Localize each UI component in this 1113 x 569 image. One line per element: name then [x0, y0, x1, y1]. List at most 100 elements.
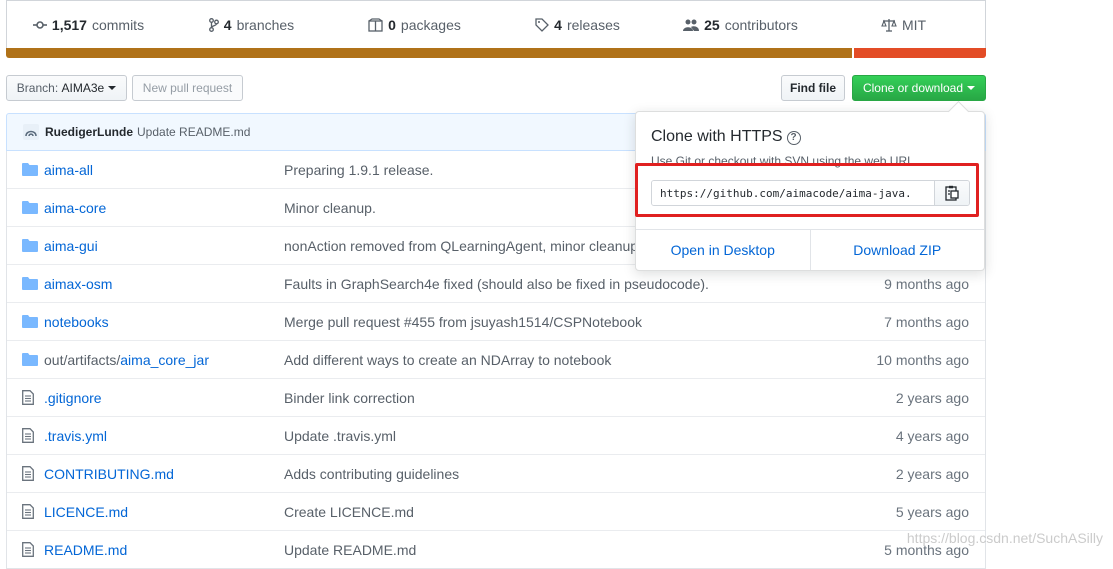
file-name[interactable]: aimax-osm: [44, 276, 112, 292]
license-link[interactable]: MIT: [822, 1, 985, 49]
table-row: .travis.yml Update .travis.yml 4 years ago: [7, 416, 985, 454]
contributors-link[interactable]: 25 contributors: [659, 1, 822, 49]
commit-age: 9 months ago: [884, 275, 969, 292]
repo-summary-bar: 1,517 commits 4 branches 0 packages 4 re…: [6, 0, 986, 49]
chevron-down-icon: [967, 86, 976, 90]
file-name-link[interactable]: .travis.yml: [44, 428, 107, 444]
commit-message-link[interactable]: Merge pull request #455 from jsuyash1514…: [284, 314, 642, 330]
table-row: README.md Update README.md 5 months ago: [7, 530, 985, 568]
file-name-link[interactable]: CONTRIBUTING.md: [44, 466, 174, 482]
file-name[interactable]: README.md: [44, 542, 127, 558]
chevron-down-icon: [108, 86, 117, 90]
file-icon: [22, 466, 34, 484]
table-row: notebooks Merge pull request #455 from js…: [7, 302, 985, 340]
table-row: out/artifacts/aima_core_jar Add different…: [7, 340, 985, 378]
table-row: LICENCE.md Create LICENCE.md 5 years ago: [7, 492, 985, 530]
new-pull-request-button[interactable]: New pull request: [132, 75, 243, 101]
file-name-link[interactable]: aima-core: [44, 200, 106, 216]
commit-message-link[interactable]: Update .travis.yml: [284, 428, 396, 444]
open-in-desktop-button[interactable]: Open in Desktop: [636, 230, 811, 270]
file-name-link[interactable]: aima-gui: [44, 238, 98, 254]
folder-icon: [22, 315, 38, 331]
commit-age: 2 years ago: [895, 389, 969, 406]
commit-message-link[interactable]: nonAction removed from QLearningAgent, m…: [284, 238, 638, 254]
file-name-link[interactable]: README.md: [44, 542, 127, 558]
commit-author[interactable]: RuedigerLunde: [45, 125, 133, 139]
commit-message-link[interactable]: Adds contributing guidelines: [284, 466, 459, 482]
commit-message-link[interactable]: Add different ways to create an NDArray …: [284, 352, 611, 368]
folder-icon: [22, 277, 38, 293]
releases-link[interactable]: 4 releases: [496, 1, 659, 49]
file-name-link[interactable]: aima-all: [44, 162, 93, 178]
branch-select-button[interactable]: Branch: AIMA3e: [6, 75, 127, 101]
commits-label: commits: [91, 17, 145, 33]
file-name-link[interactable]: LICENCE.md: [44, 504, 128, 520]
language-java-segment: [6, 48, 852, 58]
commit-age: 4 years ago: [895, 427, 969, 444]
license-label: MIT: [901, 17, 927, 33]
tag-icon: [535, 18, 550, 32]
branches-label: branches: [236, 17, 295, 33]
contributors-label: contributors: [724, 17, 798, 33]
file-name-link[interactable]: notebooks: [44, 314, 109, 330]
avatar[interactable]: [23, 124, 39, 140]
commit-message-link[interactable]: Binder link correction: [284, 390, 415, 406]
commit-age: 5 years ago: [895, 503, 969, 520]
file-icon: [22, 504, 34, 522]
folder-icon: [22, 239, 38, 255]
commit-message-link[interactable]: Create LICENCE.md: [284, 504, 414, 520]
branch-icon: [208, 18, 219, 32]
law-icon: [881, 19, 897, 32]
branches-link[interactable]: 4 branches: [170, 1, 333, 49]
branch-name: AIMA3e: [61, 81, 105, 95]
commits-count: 1,517: [51, 17, 87, 33]
commit-age: 10 months ago: [876, 351, 969, 368]
question-icon[interactable]: ?: [786, 131, 801, 145]
clone-or-download-button[interactable]: Clone or download: [852, 75, 986, 101]
table-row: CONTRIBUTING.md Adds contributing guideli…: [7, 454, 985, 492]
commit-message-link[interactable]: Preparing 1.9.1 release.: [284, 162, 433, 178]
file-name[interactable]: CONTRIBUTING.md: [44, 466, 174, 482]
file-name[interactable]: .travis.yml: [44, 428, 107, 444]
folder-icon: [22, 201, 38, 217]
file-path-prefix[interactable]: out/artifacts/: [44, 352, 120, 368]
contributors-count: 25: [704, 17, 720, 33]
file-name[interactable]: aima_core_jar: [120, 352, 209, 368]
file-icon: [22, 390, 34, 408]
table-row: .gitignore Binder link correction 2 years …: [7, 378, 985, 416]
commits-link[interactable]: 1,517 commits: [7, 1, 170, 49]
commit-icon: [32, 21, 47, 29]
commit-message-link[interactable]: Faults in GraphSearch4e fixed (should al…: [284, 276, 709, 292]
file-name-link[interactable]: aimax-osm: [44, 276, 112, 292]
file-name[interactable]: notebooks: [44, 314, 109, 330]
file-name[interactable]: LICENCE.md: [44, 504, 128, 520]
download-zip-button[interactable]: Download ZIP: [811, 230, 985, 270]
file-name[interactable]: aima-core: [44, 200, 106, 216]
file-name[interactable]: .gitignore: [44, 390, 102, 406]
clone-popup-title: Clone with HTTPS?: [651, 128, 801, 146]
folder-icon: [22, 353, 38, 369]
releases-count: 4: [554, 17, 562, 33]
packages-count: 0: [388, 17, 396, 33]
people-icon: [683, 19, 700, 31]
find-file-button[interactable]: Find file: [781, 75, 845, 101]
file-name[interactable]: aima-gui: [44, 238, 98, 254]
commit-message-link[interactable]: Minor cleanup.: [284, 200, 376, 216]
package-icon: [368, 18, 383, 32]
file-name-link[interactable]: out/artifacts/aima_core_jar: [44, 352, 209, 368]
branch-prefix: Branch:: [16, 81, 59, 95]
commit-age: 2 years ago: [895, 465, 969, 482]
language-bar[interactable]: [6, 48, 986, 58]
commit-message[interactable]: Update README.md: [137, 125, 250, 139]
commit-age: 7 months ago: [884, 313, 969, 330]
file-icon: [22, 428, 34, 446]
watermark: https://blog.csdn.net/SuchASilly: [906, 530, 1103, 546]
clone-or-download-label: Clone or download: [862, 81, 964, 95]
commit-message-link[interactable]: Update README.md: [284, 542, 416, 558]
file-name[interactable]: aima-all: [44, 162, 93, 178]
packages-label: packages: [400, 17, 461, 33]
file-icon: [22, 542, 34, 560]
highlight-box: [635, 163, 979, 217]
packages-link[interactable]: 0 packages: [333, 1, 496, 49]
file-name-link[interactable]: .gitignore: [44, 390, 102, 406]
